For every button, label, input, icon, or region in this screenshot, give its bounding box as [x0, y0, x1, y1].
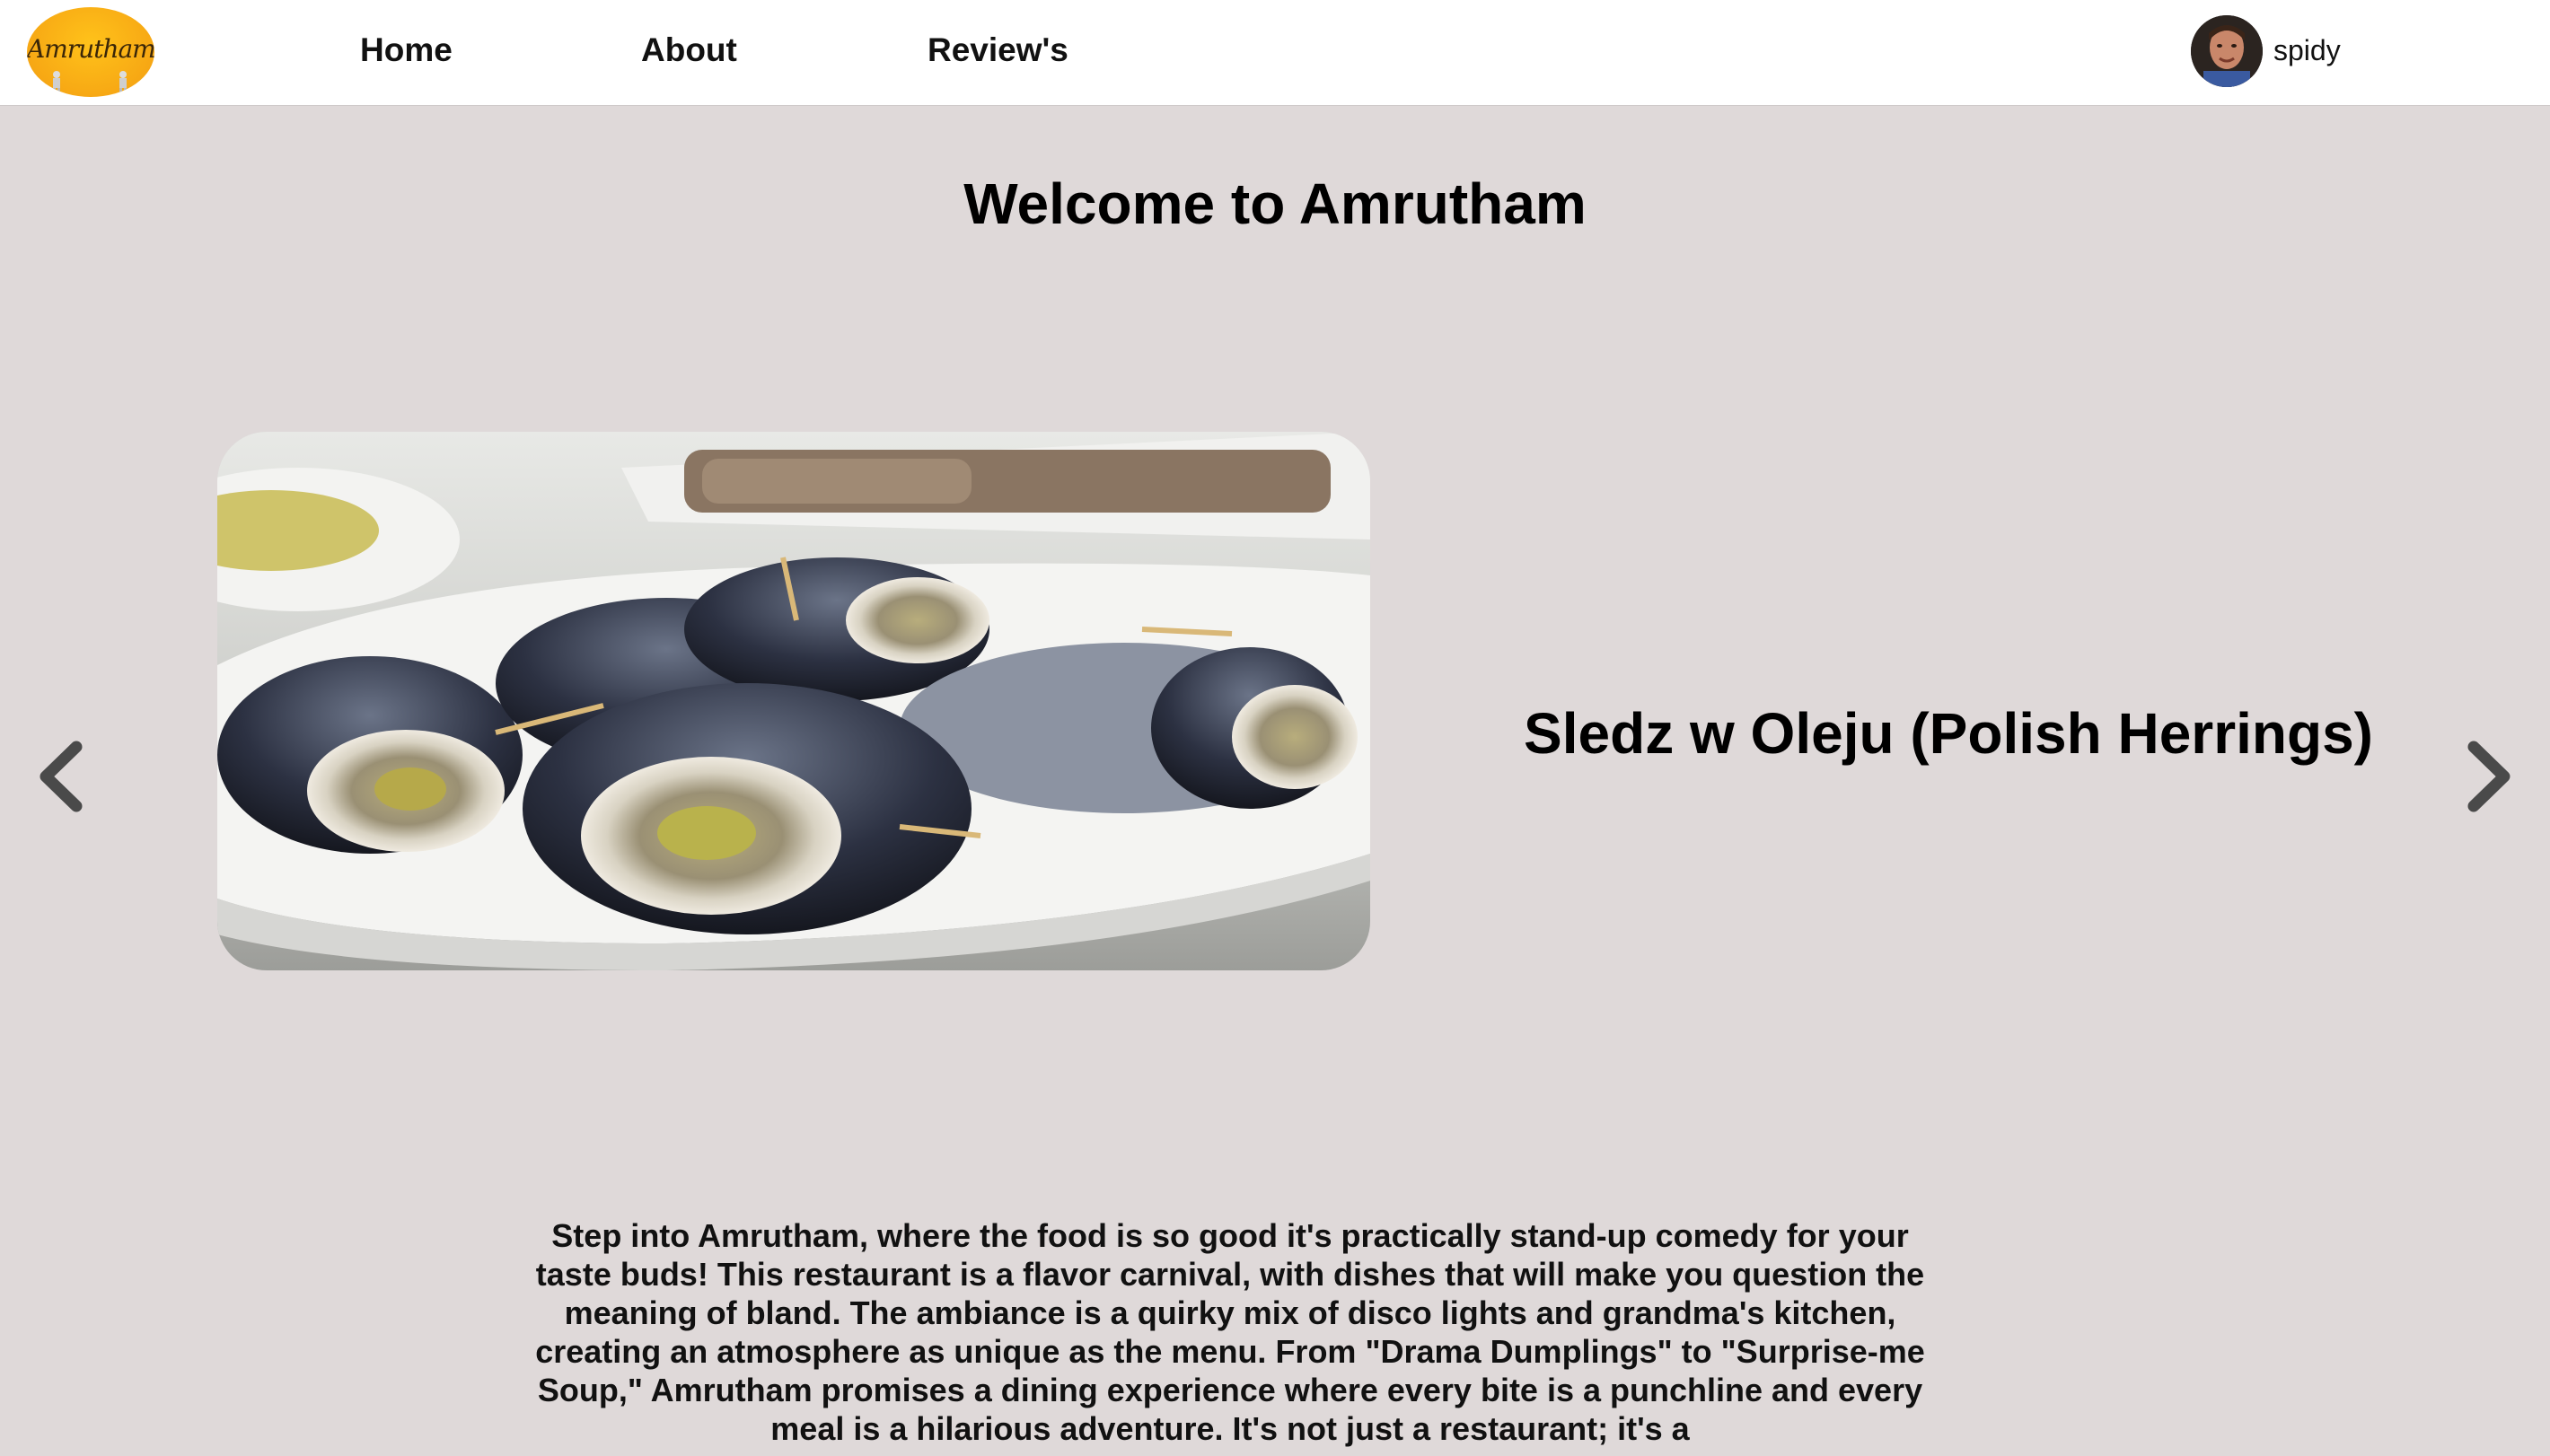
carousel-next-button[interactable]: [2456, 736, 2519, 817]
page-title: Welcome to Amrutham: [963, 171, 1587, 236]
carousel-slide-image: [217, 432, 1370, 970]
nav-reviews[interactable]: Review's: [928, 31, 1068, 69]
carousel-prev-button[interactable]: [31, 736, 94, 817]
restaurant-description: Step into Amrutham, where the food is so…: [535, 1217, 1925, 1447]
user-avatar[interactable]: [2191, 15, 2263, 87]
brand-logo[interactable]: Amrutham: [27, 7, 154, 97]
top-navbar: Amrutham Home About Review's spidy: [0, 0, 2550, 106]
chef-figure-icon: [53, 71, 60, 93]
nav-about[interactable]: About: [641, 31, 737, 69]
herring-dish-photo: [217, 432, 1370, 970]
chevron-left-icon: [40, 741, 83, 812]
nav-home[interactable]: Home: [360, 31, 453, 69]
chef-figure-icon: [119, 71, 127, 93]
carousel-slide-caption: Sledz w Oleju (Polish Herrings): [1524, 701, 2373, 766]
chevron-right-icon: [2467, 741, 2510, 812]
user-photo: [2191, 15, 2263, 87]
username[interactable]: spidy: [2273, 34, 2341, 67]
logo-text: Amrutham: [27, 34, 154, 64]
